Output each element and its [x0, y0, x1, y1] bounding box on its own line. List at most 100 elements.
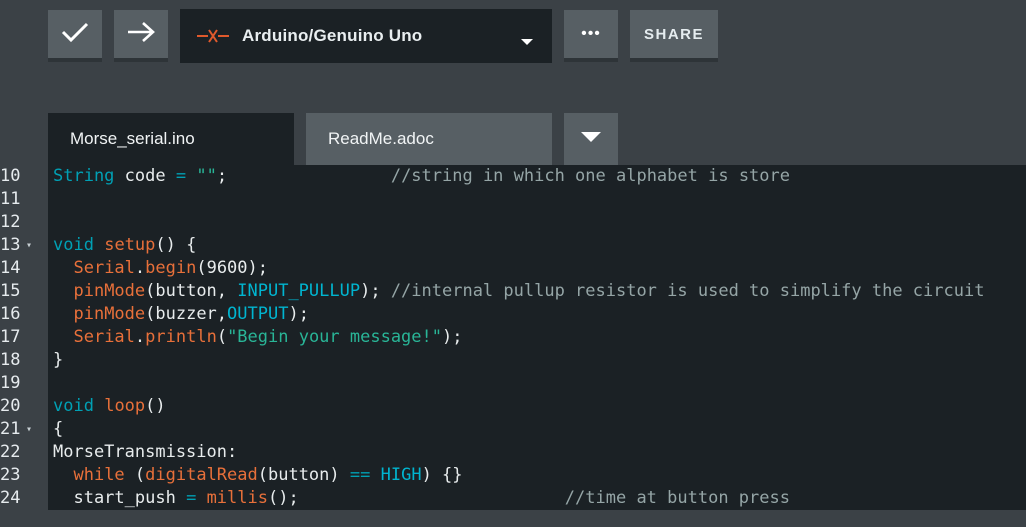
code-text: pinMode(buzzer,OUTPUT);	[53, 303, 309, 326]
code-token: String	[53, 166, 115, 186]
line-number: 13	[0, 235, 21, 255]
share-button[interactable]: SHARE	[630, 10, 718, 62]
code-token: begin	[145, 258, 197, 278]
code-token: (9600);	[196, 258, 268, 278]
code-line[interactable]: 12	[0, 211, 1026, 234]
code-line[interactable]: 17 Serial.println("Begin your message!")…	[0, 326, 1026, 349]
code-token: .	[134, 327, 146, 347]
fold-toggle-icon[interactable]: ▾	[26, 234, 32, 257]
line-number: 21	[0, 419, 21, 439]
verify-button[interactable]	[48, 10, 102, 62]
code-token: OUTPUT	[227, 304, 289, 324]
code-token: digitalRead	[145, 465, 258, 485]
code-line[interactable]: 10 String code = ""; //string in which on…	[0, 165, 1026, 188]
code-token: loop	[104, 396, 146, 416]
code-text: start_push = millis(); //time at button …	[53, 487, 790, 510]
code-line[interactable]: 16 pinMode(buzzer,OUTPUT);	[0, 303, 1026, 326]
code-token: );	[288, 304, 309, 324]
code-line[interactable]: 21 ▾ {	[0, 418, 1026, 441]
code-line[interactable]: 19	[0, 372, 1026, 395]
code-token: void	[53, 396, 94, 416]
code-token: }	[53, 350, 64, 370]
board-selector[interactable]: Arduino/Genuino Uno	[180, 9, 552, 63]
more-icon: •••	[581, 25, 601, 42]
tab-menu-button[interactable]	[564, 113, 618, 165]
code-token: =	[186, 488, 197, 508]
code-token: start_push	[53, 488, 187, 508]
line-number: 19	[0, 373, 21, 393]
code-token: pinMode	[73, 281, 146, 301]
code-token: );	[360, 281, 391, 301]
code-token: setup	[104, 235, 156, 255]
code-line[interactable]: 23 while (digitalRead(button) == HIGH) {…	[0, 464, 1026, 487]
code-token: () {	[155, 235, 197, 255]
tab-label: Morse_serial.ino	[70, 129, 195, 148]
code-token: Serial	[73, 327, 135, 347]
code-token: =	[175, 166, 187, 186]
line-number: 12	[0, 212, 21, 232]
line-number: 17	[0, 327, 21, 347]
upload-button[interactable]	[114, 10, 168, 62]
fold-toggle-icon[interactable]: ▾	[26, 418, 32, 441]
code-line[interactable]: 18}	[0, 349, 1026, 372]
code-token: void	[53, 235, 94, 255]
code-editor[interactable]: 10 String code = ""; //string in which on…	[0, 165, 1026, 510]
line-number: 22	[0, 442, 21, 462]
code-token: pinMode	[73, 304, 146, 324]
code-line[interactable]: 11	[0, 188, 1026, 211]
code-token: ""	[196, 166, 217, 186]
code-text: String code = ""; //string in which one …	[53, 165, 790, 188]
code-text: void loop()	[53, 395, 166, 418]
disconnected-plug-icon	[196, 27, 230, 45]
code-line[interactable]: 24 start_push = millis(); //time at butt…	[0, 487, 1026, 510]
chevron-down-icon	[520, 33, 534, 51]
code-line[interactable]: 22 MorseTransmission:	[0, 441, 1026, 464]
code-token: ) {}	[421, 465, 463, 485]
code-line[interactable]: 20 void loop()	[0, 395, 1026, 418]
code-line[interactable]: 15 pinMode(button, INPUT_PULLUP); //inte…	[0, 280, 1026, 303]
code-token: "Begin your message!"	[227, 327, 442, 347]
line-number: 10	[0, 166, 21, 186]
code-token: (buzzer,	[145, 304, 228, 324]
code-text: pinMode(button, INPUT_PULLUP); //interna…	[53, 280, 984, 303]
line-number: 18	[0, 350, 21, 370]
chevron-down-icon	[580, 130, 602, 148]
code-text: MorseTransmission:	[53, 441, 237, 464]
code-text: Serial.begin(9600);	[53, 257, 268, 280]
code-token: (	[124, 465, 146, 485]
code-token: (button)	[257, 465, 350, 485]
code-token: (button,	[145, 281, 238, 301]
line-number: 15	[0, 281, 21, 301]
tab-morse-serial[interactable]: Morse_serial.ino	[48, 113, 294, 165]
code-token: HIGH	[380, 465, 422, 485]
tab-label: ReadMe.adoc	[328, 129, 434, 148]
code-token: millis	[206, 488, 268, 508]
code-token: ()	[145, 396, 166, 416]
code-token: );	[442, 327, 463, 347]
code-text: }	[53, 349, 63, 372]
tab-readme[interactable]: ReadMe.adoc	[306, 113, 552, 165]
code-token: INPUT_PULLUP	[237, 281, 361, 301]
code-token: .	[134, 258, 146, 278]
code-token: (	[216, 327, 228, 347]
more-options-button[interactable]: •••	[564, 10, 618, 62]
line-number: 11	[0, 189, 21, 209]
line-number: 20	[0, 396, 21, 416]
code-line[interactable]: 14 Serial.begin(9600);	[0, 257, 1026, 280]
board-name: Arduino/Genuino Uno	[242, 26, 423, 45]
code-text: Serial.println("Begin your message!");	[53, 326, 462, 349]
code-token: while	[73, 465, 125, 485]
code-token: {	[53, 419, 64, 439]
line-number: 23	[0, 465, 21, 485]
code-line[interactable]: 13 ▾ void setup() {	[0, 234, 1026, 257]
